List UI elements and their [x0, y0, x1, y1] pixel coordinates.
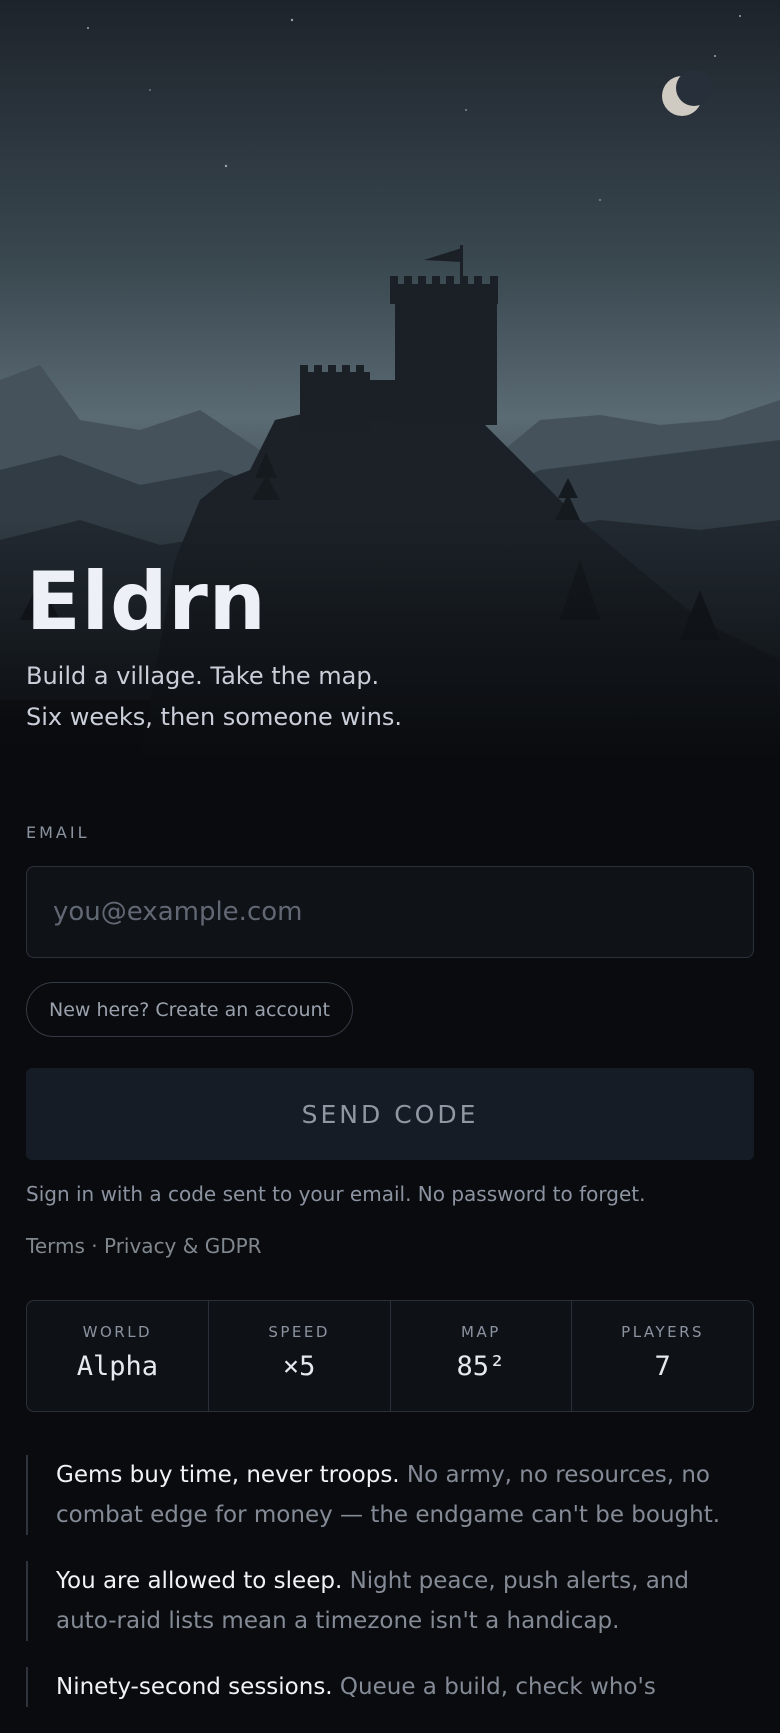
send-code-button[interactable]: SEND CODE [26, 1068, 754, 1160]
feature-list: Gems buy time, never troops. No army, no… [26, 1455, 754, 1733]
hero-illustration: Eldrn Build a village. Take the map. Six… [0, 0, 780, 760]
stat-value: ×5 [282, 1351, 316, 1382]
stat-value: Alpha [76, 1351, 159, 1382]
email-label: EMAIL [26, 823, 90, 842]
stat-players: PLAYERS 7 [572, 1301, 753, 1411]
stat-map: MAP 85² [391, 1301, 573, 1411]
sign-in-note: Sign in with a code sent to your email. … [26, 1182, 646, 1206]
stat-speed: SPEED ×5 [209, 1301, 391, 1411]
stat-label: PLAYERS [621, 1323, 705, 1341]
stat-value: 7 [654, 1351, 671, 1382]
email-input[interactable] [26, 866, 754, 958]
stat-world: WORLD Alpha [27, 1301, 209, 1411]
app-title: Eldrn [26, 555, 267, 648]
stat-value: 85² [456, 1351, 506, 1382]
create-account-button[interactable]: New here? Create an account [26, 982, 354, 1037]
stat-label: MAP [461, 1323, 501, 1341]
tagline: Build a village. Take the map. Six weeks… [26, 656, 402, 738]
legal-separator: · [84, 1234, 104, 1258]
privacy-link[interactable]: Privacy & GDPR [104, 1234, 262, 1258]
feature-item: Ninety-second sessions. Queue a build, c… [26, 1667, 754, 1707]
feature-item: Gems buy time, never troops. No army, no… [26, 1455, 754, 1535]
tagline-line-2: Six weeks, then someone wins. [26, 703, 403, 731]
legal-links: Terms · Privacy & GDPR [26, 1234, 262, 1258]
stat-label: WORLD [82, 1323, 153, 1341]
feature-title: Ninety-second sessions. [56, 1674, 333, 1700]
feature-text: Queue a build, check who's [332, 1674, 656, 1700]
feature-title: You are allowed to sleep. [56, 1568, 343, 1594]
world-stats: WORLD Alpha SPEED ×5 MAP 85² PLAYERS 7 [26, 1300, 754, 1412]
feature-title: Gems buy time, never troops. [56, 1462, 400, 1488]
terms-link[interactable]: Terms [26, 1234, 85, 1258]
tagline-line-1: Build a village. Take the map. [26, 662, 380, 690]
feature-item: You are allowed to sleep. Night peace, p… [26, 1561, 754, 1641]
stat-label: SPEED [268, 1323, 330, 1341]
hero-text: Eldrn Build a village. Take the map. Six… [26, 554, 402, 738]
